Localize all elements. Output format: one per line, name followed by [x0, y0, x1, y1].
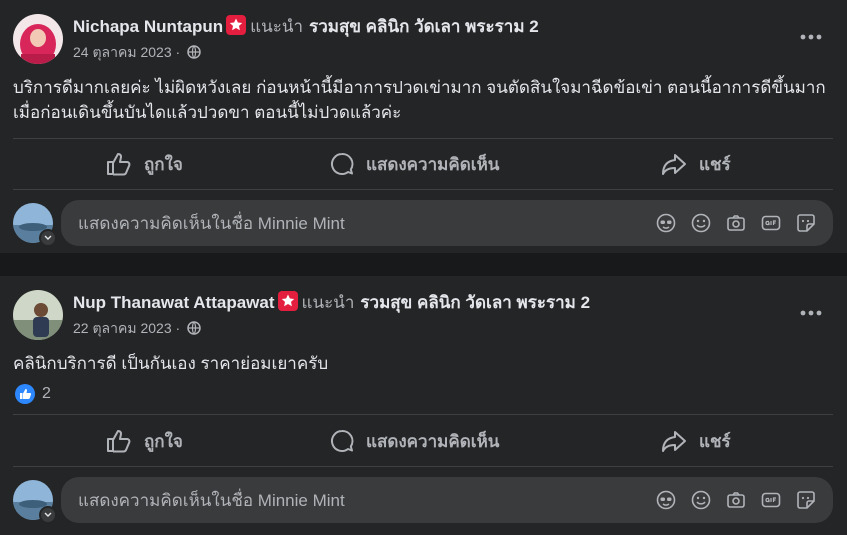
more-options-button[interactable]: [793, 19, 829, 55]
reaction-summary[interactable]: 2: [13, 383, 51, 405]
post-meta: 22 ตุลาคม 2023 ·: [73, 319, 201, 337]
recommend-star-icon: [226, 15, 247, 35]
globe-icon: [187, 321, 201, 339]
sticker-icon[interactable]: [788, 213, 823, 233]
gif-icon[interactable]: [753, 490, 788, 510]
comment-tools: [648, 490, 823, 510]
more-dots-icon: [800, 34, 822, 40]
comment-bubble-icon: [331, 153, 354, 175]
comment-input[interactable]: [76, 200, 640, 248]
like-thumb-icon: [107, 153, 131, 176]
post-text: บริการดีมากเลยค่ะ ไม่ผิดหวังเลย ก่อนหน้า…: [13, 78, 826, 122]
emoji-icon[interactable]: [683, 490, 718, 510]
post-meta: 24 ตุลาคม 2023 ·: [73, 43, 201, 61]
share-button[interactable]: แชร์: [661, 142, 731, 186]
comment-box[interactable]: [61, 200, 833, 248]
page-name[interactable]: รวมสุข คลินิก วัดเลา พระราม 2: [360, 293, 590, 312]
like-button[interactable]: ถูกใจ: [106, 142, 183, 186]
emoji-icon[interactable]: [683, 213, 718, 233]
post-header: Nichapa Nuntapun แนะนำ รวมสุข คลินิก วัดเล…: [73, 15, 539, 39]
review-post-2: Nup Thanawat Attapawat แนะนำ รวมสุข คลินิก…: [0, 276, 847, 535]
post-date[interactable]: 22 ตุลาคม 2023: [73, 320, 172, 336]
post-date[interactable]: 24 ตุลาคม 2023: [73, 44, 172, 60]
like-label: ถูกใจ: [144, 431, 183, 451]
like-reaction-icon: [15, 384, 35, 404]
more-options-button[interactable]: [793, 295, 829, 331]
comment-label: แสดงความคิดเห็น: [366, 431, 500, 451]
divider: [13, 414, 833, 415]
divider: [13, 189, 833, 190]
page-name[interactable]: รวมสุข คลินิก วัดเลา พระราม 2: [309, 17, 539, 36]
comment-bubble-icon: [331, 430, 354, 452]
gif-icon[interactable]: [753, 213, 788, 233]
comment-tools: [648, 213, 823, 233]
camera-icon[interactable]: [718, 213, 753, 233]
share-label: แชร์: [699, 154, 731, 174]
comment-input[interactable]: [76, 477, 640, 525]
recommends-label: แนะนำ: [301, 293, 355, 312]
comment-composer: [13, 477, 833, 525]
comment-composer: [13, 200, 833, 248]
divider: [13, 138, 833, 139]
like-thumb-icon: [107, 430, 131, 453]
more-dots-icon: [800, 310, 822, 316]
comment-label: แสดงความคิดเห็น: [366, 154, 500, 174]
share-arrow-icon: [662, 431, 686, 452]
meta-separator: ·: [175, 44, 181, 60]
author-name[interactable]: Nup Thanawat Attapawat: [73, 293, 275, 312]
comment-button[interactable]: แสดงความคิดเห็น: [330, 142, 499, 186]
post-text: คลินิกบริการดี เป็นกันเอง ราคาย่อมเยาครั…: [13, 354, 329, 373]
comment-button[interactable]: แสดงความคิดเห็น: [330, 419, 499, 463]
author-name[interactable]: Nichapa Nuntapun: [73, 17, 223, 36]
review-post-1: Nichapa Nuntapun แนะนำ รวมสุข คลินิก วัดเล…: [0, 0, 847, 253]
recommends-label: แนะนำ: [250, 17, 304, 36]
like-label: ถูกใจ: [144, 154, 183, 174]
meta-separator: ·: [175, 320, 181, 336]
avatar-effects-icon[interactable]: [648, 213, 683, 233]
share-label: แชร์: [699, 431, 731, 451]
recommend-star-icon: [277, 291, 298, 311]
comment-box[interactable]: [61, 477, 833, 525]
avatar-effects-icon[interactable]: [648, 490, 683, 510]
sticker-icon[interactable]: [788, 490, 823, 510]
camera-icon[interactable]: [718, 490, 753, 510]
reaction-count: 2: [42, 385, 51, 402]
chevron-down-icon[interactable]: [39, 229, 57, 247]
share-button[interactable]: แชร์: [661, 419, 731, 463]
action-bar: ถูกใจ แสดงความคิดเห็น แชร์: [13, 142, 833, 186]
share-arrow-icon: [662, 154, 686, 175]
like-button[interactable]: ถูกใจ: [106, 419, 183, 463]
globe-icon: [187, 45, 201, 63]
post-header: Nup Thanawat Attapawat แนะนำ รวมสุข คลินิก…: [73, 291, 590, 315]
author-avatar[interactable]: [13, 14, 63, 64]
author-avatar[interactable]: [13, 290, 63, 340]
action-bar: ถูกใจ แสดงความคิดเห็น แชร์: [13, 419, 833, 463]
divider: [13, 466, 833, 467]
chevron-down-icon[interactable]: [39, 506, 57, 524]
